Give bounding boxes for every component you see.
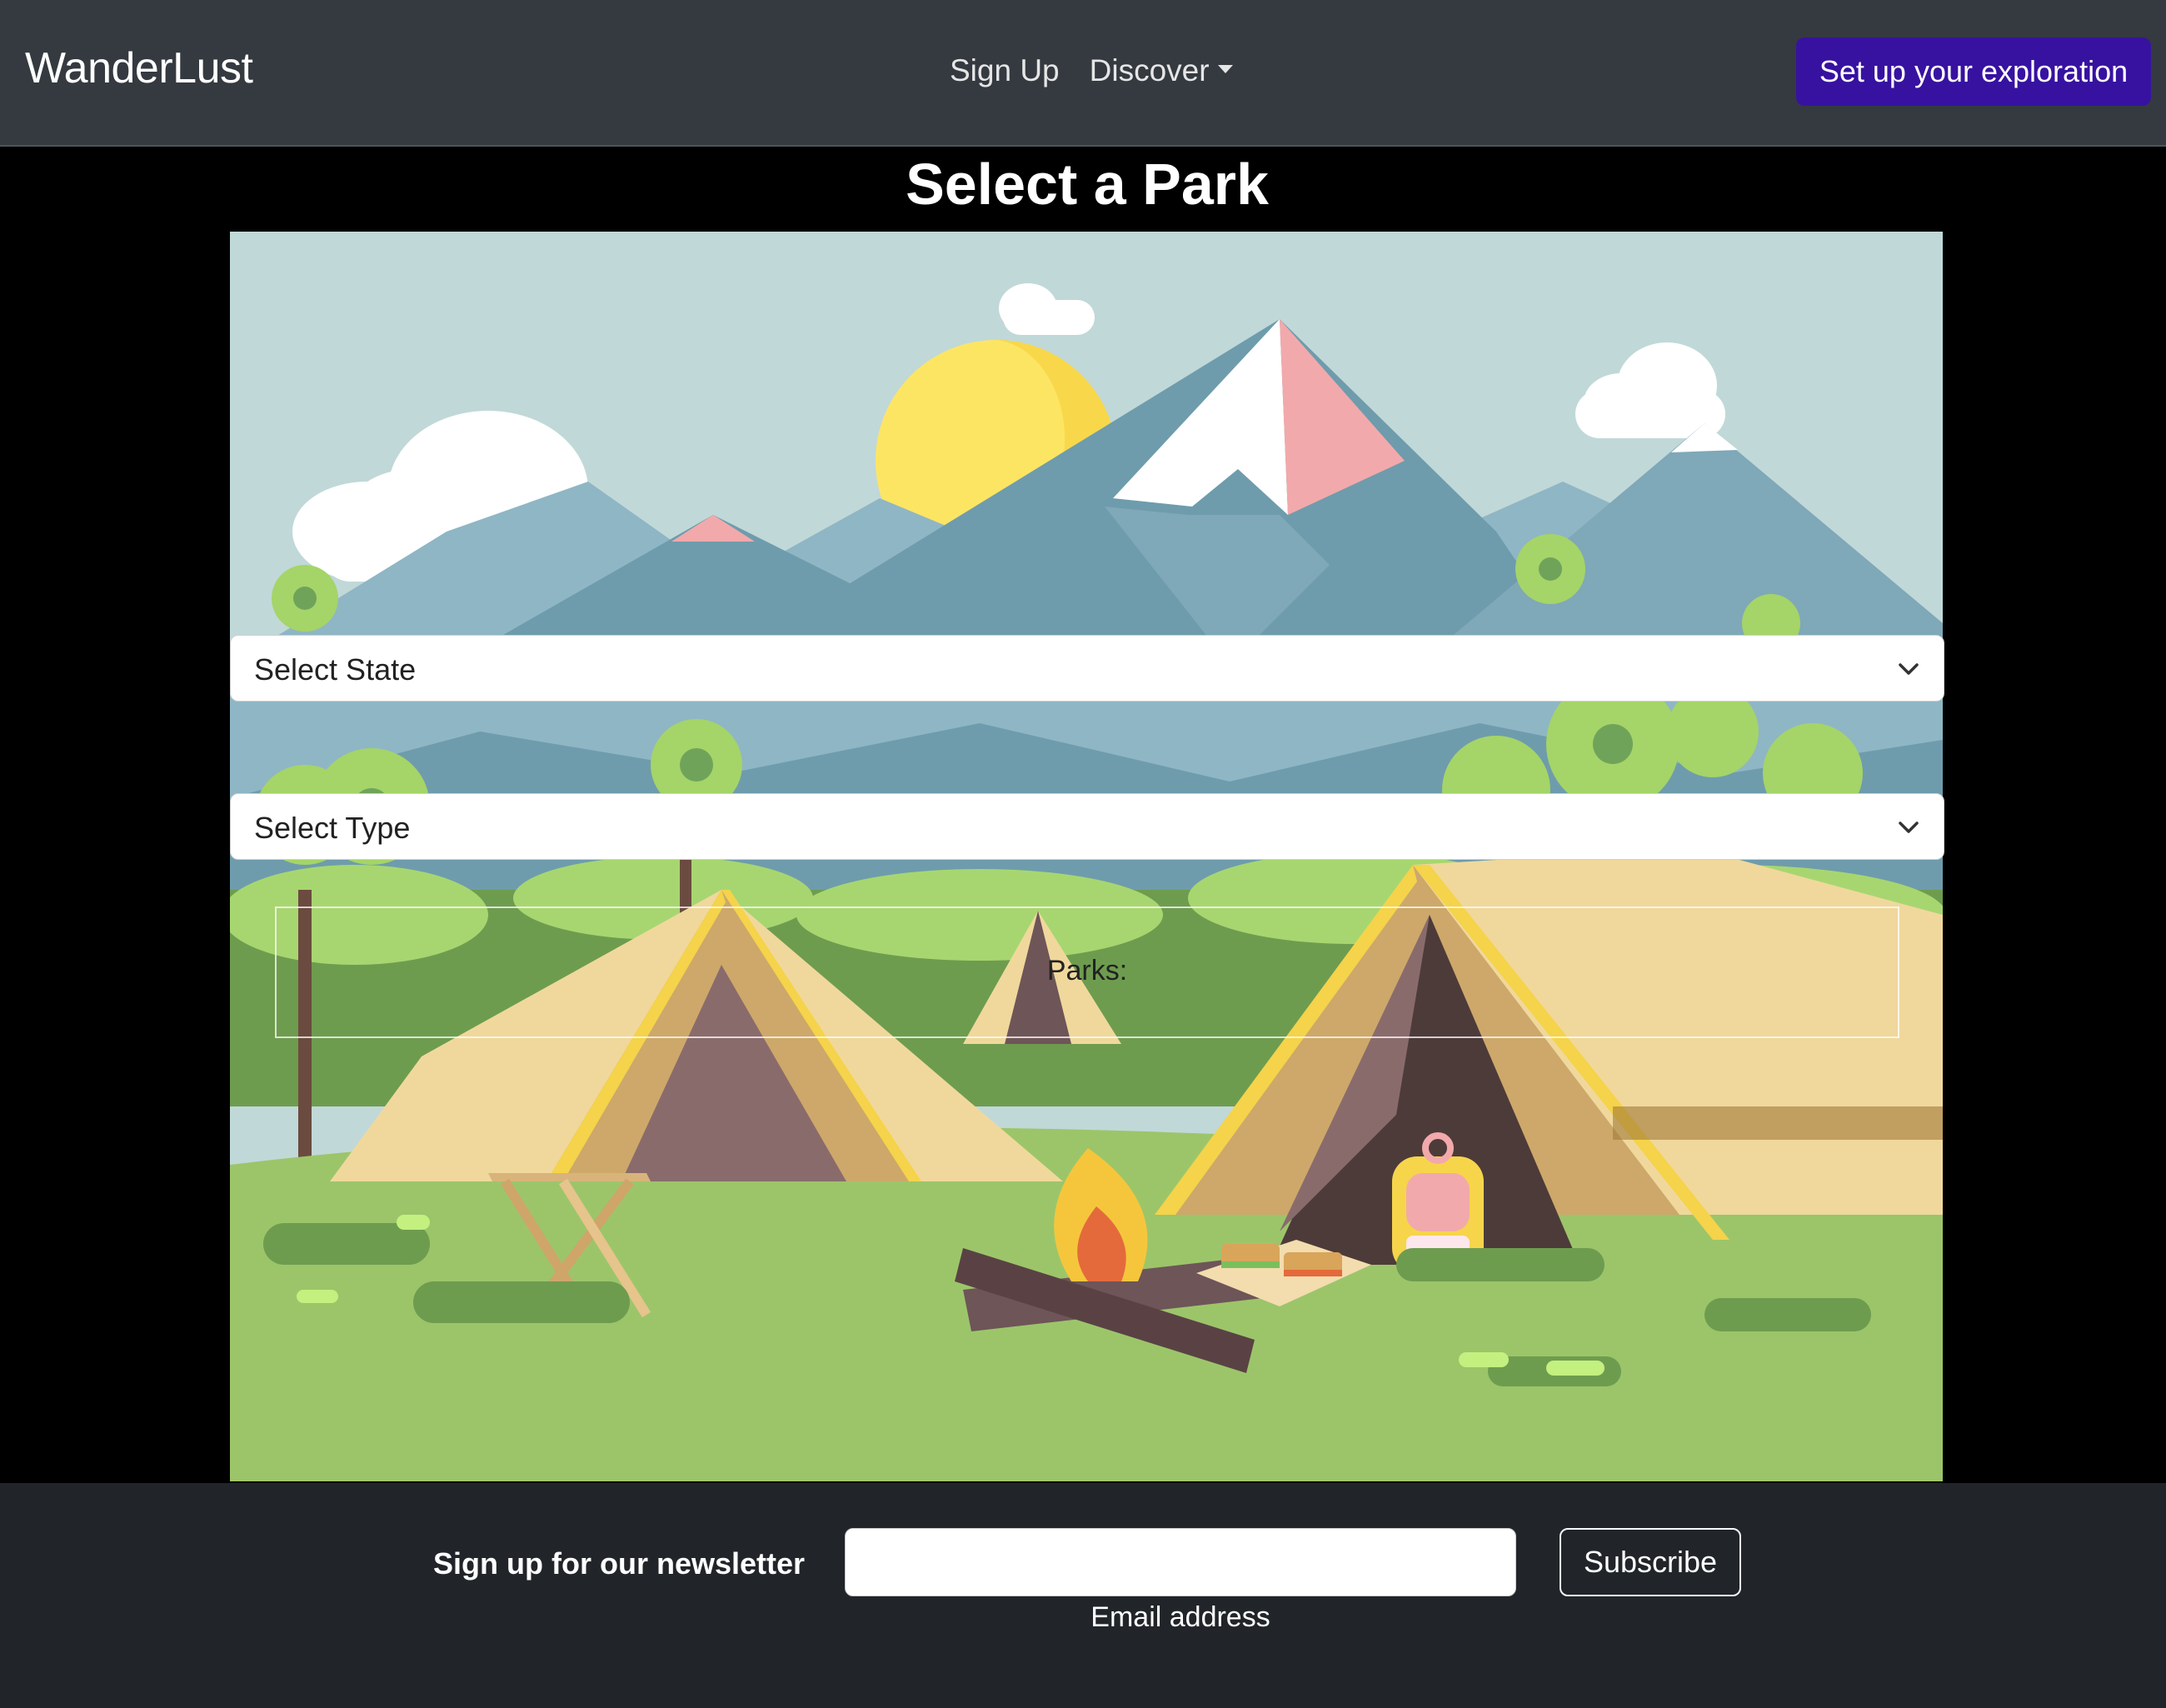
caret-down-icon	[1217, 65, 1233, 74]
brand-logo[interactable]: WanderLust	[25, 43, 253, 93]
top-navbar: WanderLust Sign Up Discover Set up your …	[0, 0, 2166, 147]
parks-results-box: Parks:	[275, 906, 1899, 1038]
select-state-dropdown[interactable]: Select State	[230, 635, 1944, 702]
parks-label: Parks:	[1046, 955, 1128, 986]
chevron-down-icon	[1899, 663, 1919, 675]
select-state-value: Select State	[254, 652, 417, 687]
select-type-dropdown[interactable]: Select Type	[230, 793, 1944, 860]
chevron-down-icon	[1899, 822, 1919, 833]
newsletter-label: Sign up for our newsletter	[433, 1546, 806, 1581]
nav-dropdown-discover-label: Discover	[1089, 53, 1210, 87]
footer-newsletter: Sign up for our newsletter Email address…	[0, 1483, 2166, 1708]
subscribe-button[interactable]: Subscribe	[1560, 1528, 1741, 1596]
nav-link-sign-up[interactable]: Sign Up	[950, 53, 1060, 88]
page-title: Select a Park	[906, 152, 1269, 217]
select-type-value: Select Type	[254, 811, 411, 845]
nav-links: Sign Up Discover	[950, 53, 1233, 88]
nav-dropdown-discover[interactable]: Discover	[1090, 53, 1233, 88]
email-help-text: Email address	[1090, 1601, 1270, 1633]
email-input[interactable]	[845, 1528, 1516, 1596]
setup-exploration-button[interactable]: Set up your exploration	[1796, 37, 2151, 106]
